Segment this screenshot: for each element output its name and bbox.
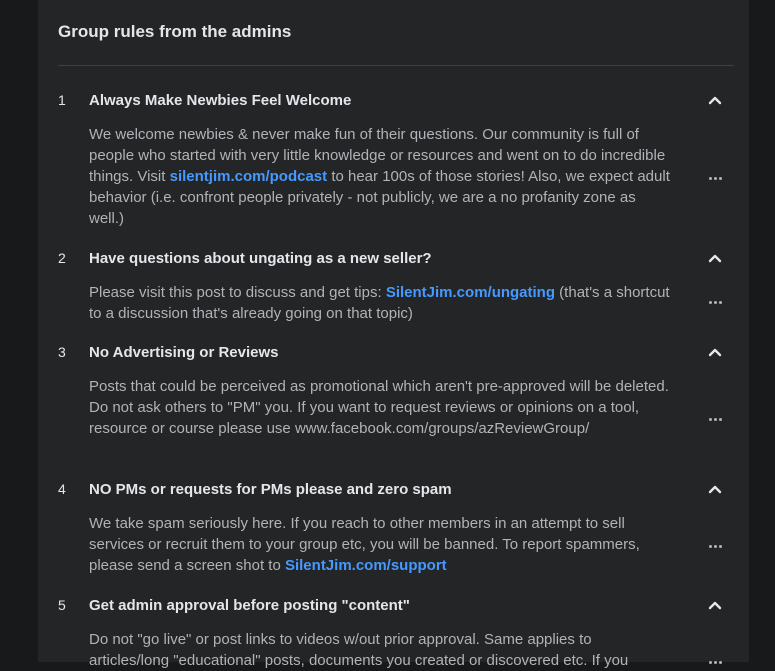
rule-number: 4 [58,481,66,497]
more-options-button[interactable] [705,538,725,554]
rule-number: 2 [58,250,66,266]
card-title: Group rules from the admins [58,22,292,41]
rule-description: We take spam seriously here. If you reac… [89,515,640,574]
collapse-button[interactable] [705,248,725,268]
more-options-button[interactable] [705,654,725,670]
rule-description: Please visit this post to discuss and ge… [89,284,670,322]
rule-title: No Advertising or Reviews [89,344,279,361]
chevron-up-icon [708,254,722,263]
group-rules-card: Group rules from the admins 1 Always Mak… [38,0,749,669]
more-options-button[interactable] [705,294,725,310]
collapse-button[interactable] [705,479,725,499]
chevron-up-icon [708,348,722,357]
left-gutter [0,0,38,662]
rule-description: Posts that could be perceived as promoti… [89,378,669,437]
rule-title: Have questions about ungating as a new s… [89,250,432,267]
support-link[interactable]: SilentJim.com/support [285,557,447,574]
right-gutter [749,0,775,662]
podcast-link[interactable]: silentjim.com/podcast [170,168,328,185]
ungating-link[interactable]: SilentJim.com/ungating [386,284,555,301]
collapse-button[interactable] [705,342,725,362]
collapse-button[interactable] [705,595,725,615]
rule-title: Always Make Newbies Feel Welcome [89,92,352,109]
collapse-button[interactable] [705,90,725,110]
rule-number: 1 [58,92,66,108]
chevron-up-icon [708,485,722,494]
rule-number: 3 [58,344,66,360]
rule-title: Get admin approval before posting "conte… [89,597,410,614]
more-options-button[interactable] [705,170,725,186]
rule-number: 5 [58,597,66,613]
rule-description: Do not "go live" or post links to videos… [89,631,629,669]
more-options-button[interactable] [705,411,725,427]
divider [58,65,734,66]
rule-title: NO PMs or requests for PMs please and ze… [89,481,452,498]
rule-description: We welcome newbies & never make fun of t… [89,126,670,227]
chevron-up-icon [708,96,722,105]
chevron-up-icon [708,601,722,610]
